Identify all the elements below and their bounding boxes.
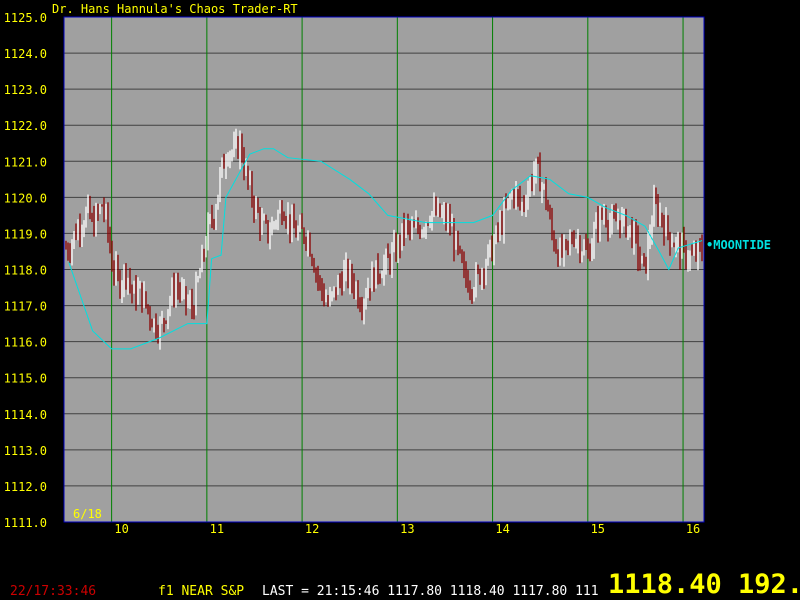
- x-tick-label: 11: [210, 522, 224, 536]
- x-tick-label: 15: [591, 522, 605, 536]
- y-tick-label: 1117.0: [4, 300, 47, 314]
- y-tick-label: 1122.0: [4, 119, 47, 133]
- y-tick-label: 1118.0: [4, 264, 47, 278]
- chart-title: Dr. Hans Hannula's Chaos Trader-RT: [52, 2, 298, 16]
- big-price-readout: 1118.40 192.: [608, 569, 800, 600]
- y-tick-label: 1115.0: [4, 372, 47, 386]
- y-tick-label: 1112.0: [4, 480, 47, 494]
- x-tick-label: 12: [305, 522, 319, 536]
- x-tick-label: 10: [114, 522, 128, 536]
- y-tick-label: 1120.0: [4, 191, 47, 205]
- y-tick-label: 1124.0: [4, 47, 47, 61]
- y-tick-label: 1123.0: [4, 83, 47, 97]
- y-tick-label: 1116.0: [4, 336, 47, 350]
- x-tick-label: 14: [495, 522, 509, 536]
- y-tick-label: 1114.0: [4, 408, 47, 422]
- chart-svg: 1111.0 1112.0 1113.0 1114.0 1115.0 1116.0 1117…: [4, 2, 771, 536]
- y-tick-label: 1111.0: [4, 516, 47, 530]
- last-quote-line: LAST = 21:15:46 1117.80 1118.40 1117.80 …: [262, 584, 599, 599]
- x-tick-label: 13: [400, 522, 414, 536]
- y-tick-label: 1113.0: [4, 444, 47, 458]
- y-tick-label: 1125.0: [4, 11, 47, 25]
- symbol-label: f1 NEAR S&P: [158, 584, 245, 599]
- moontide-legend: •MOONTIDE: [706, 238, 771, 252]
- date-label: 6/18: [73, 507, 102, 521]
- moontide-legend-label: MOONTIDE: [713, 238, 771, 252]
- x-tick-label: 16: [686, 522, 700, 536]
- y-tick-label: 1119.0: [4, 227, 47, 241]
- moontide-marker-icon: •: [706, 238, 713, 252]
- y-tick-label: 1121.0: [4, 155, 47, 169]
- clock-readout: 22/17:33:46: [10, 584, 97, 599]
